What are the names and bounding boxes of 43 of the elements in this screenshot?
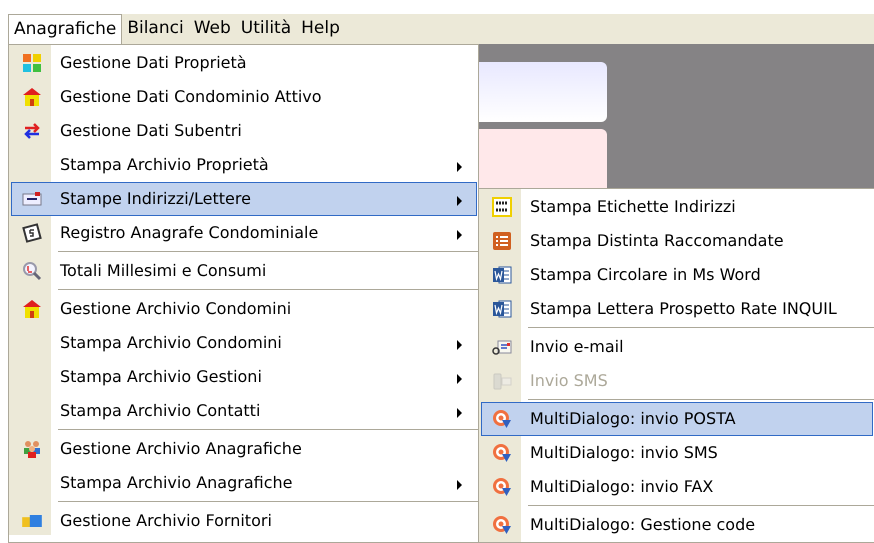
menu-item[interactable]: MultiDialogo: invio FAX (481, 470, 873, 504)
grid-icon (22, 53, 42, 73)
house-icon (22, 87, 42, 107)
menu-item[interactable]: Stampa Circolare in Ms Word (481, 258, 873, 292)
menu-item[interactable]: Stampa Archivio Gestioni (11, 360, 477, 394)
menu-item[interactable]: Gestione Archivio Fornitori (11, 504, 477, 538)
menu-item[interactable]: Totali Millesimi e Consumi (11, 254, 477, 288)
menu-bar-item[interactable]: Utilità (236, 14, 296, 44)
people-icon (22, 439, 42, 459)
menu-item[interactable]: Stampe Indirizzi/Lettere (11, 182, 477, 216)
target-icon (492, 409, 512, 429)
menu-item[interactable]: MultiDialogo: Gestione code (481, 508, 873, 542)
menu-item[interactable]: Stampa Archivio Condomini (11, 326, 477, 360)
menu-item[interactable]: Stampa Distinta Raccomandate (481, 224, 873, 258)
target-icon (492, 443, 512, 463)
document-icon (492, 299, 512, 319)
menu-item[interactable]: Gestione Archivio Condomini (11, 292, 477, 326)
document-icon (492, 265, 512, 285)
menu-bar-item[interactable]: Web (188, 14, 236, 44)
target-icon (492, 515, 512, 535)
card-icon (22, 515, 42, 527)
menu-bar-item[interactable]: Anagrafiche (8, 14, 122, 44)
list-icon (492, 231, 512, 251)
menu-item[interactable]: Stampa Archivio Anagrafiche (11, 466, 477, 500)
menu-item[interactable]: Invio e-mail (481, 330, 873, 364)
menu-item[interactable]: Stampa Etichette Indirizzi (481, 190, 873, 224)
menu-item[interactable]: Gestione Archivio Anagrafiche (11, 432, 477, 466)
menu-item[interactable]: Stampa Archivio Proprietà (11, 148, 477, 182)
menu-item[interactable]: MultiDialogo: invio POSTA (481, 402, 873, 436)
swap-arrows-icon (22, 121, 42, 141)
menu-item[interactable]: Stampa Lettera Prospetto Rate INQUIL (481, 292, 873, 326)
target-icon (492, 477, 512, 497)
menu-item[interactable]: Gestione Dati Subentri (11, 114, 477, 148)
magnifier-icon (22, 261, 42, 281)
menu-item[interactable]: Registro Anagrafe Condominiale (11, 216, 477, 250)
house-icon (22, 299, 42, 319)
menu-item[interactable]: Gestione Dati Condominio Attivo (11, 80, 477, 114)
menu-bar-item[interactable]: Help (296, 14, 345, 44)
menu-item[interactable]: MultiDialogo: invio SMS (481, 436, 873, 470)
menu-item[interactable]: Gestione Dati Proprietà (11, 46, 477, 80)
barcode-label-icon (492, 197, 512, 217)
menu-item[interactable]: Stampa Archivio Contatti (11, 394, 477, 428)
menu-bar-item[interactable]: Bilanci (122, 14, 189, 44)
